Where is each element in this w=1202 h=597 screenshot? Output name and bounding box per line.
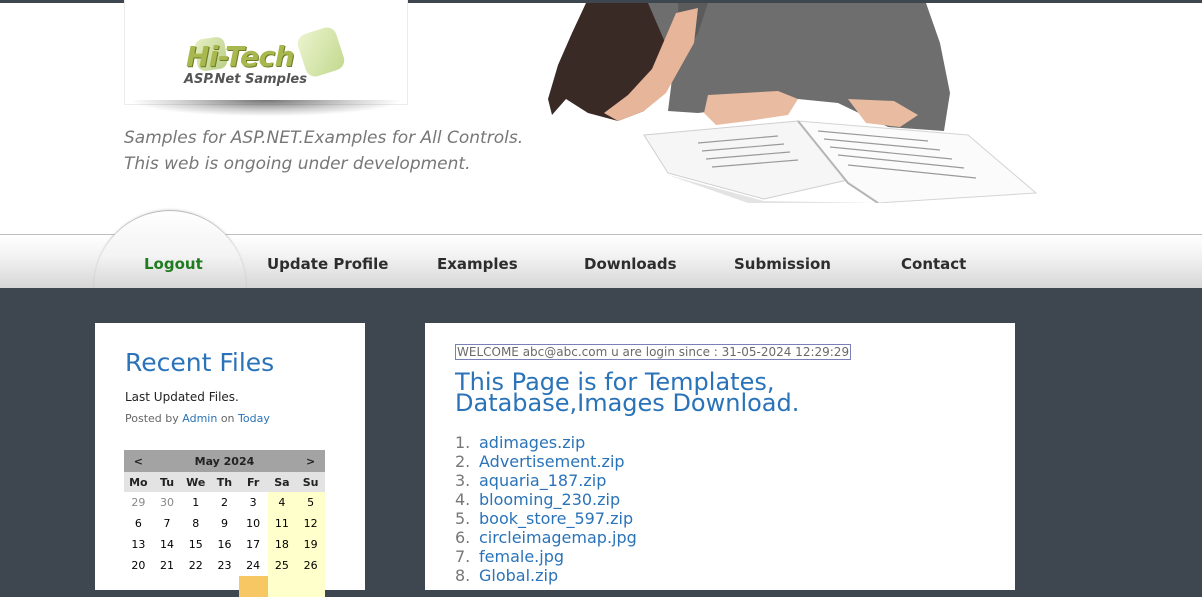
nav-logout[interactable]: Logout	[144, 255, 203, 275]
calendar-day[interactable]: 30	[153, 492, 182, 513]
calendar-week	[124, 576, 325, 597]
nav-examples[interactable]: Examples	[437, 255, 518, 275]
calendar-day[interactable]: 11	[267, 513, 297, 534]
calendar-day[interactable]: 21	[153, 555, 182, 576]
calendar-day[interactable]: 24	[239, 555, 268, 576]
list-item: 3. aquaria_187.zip	[455, 471, 607, 490]
site-tagline: Samples for ASP.NET.Examples for All Con…	[124, 125, 523, 177]
nav-update-profile[interactable]: Update Profile	[267, 255, 388, 275]
calendar-day[interactable]: 17	[239, 534, 268, 555]
site-header: Hi-Tech ASP.Net Samples Samples for ASP.…	[0, 0, 1202, 234]
calendar-day[interactable]: 20	[124, 555, 153, 576]
file-link[interactable]: adimages.zip	[479, 433, 585, 452]
calendar-day[interactable]: 7	[153, 513, 182, 534]
sidebar-recent-files: Recent Files Last Updated Files. Posted …	[95, 323, 365, 597]
tagline-line-2: This web is ongoing under development.	[124, 154, 471, 174]
calendar-month-title: May 2024	[194, 454, 255, 468]
calendar-day[interactable]: 18	[267, 534, 297, 555]
list-item: 2. Advertisement.zip	[455, 452, 625, 471]
weekday-header: Sa	[267, 472, 297, 492]
calendar-day[interactable]: 12	[296, 513, 325, 534]
welcome-message: WELCOME abc@abc.com u are login since : …	[455, 344, 852, 360]
calendar-day[interactable]: 25	[267, 555, 297, 576]
calendar-day[interactable]: 6	[124, 513, 153, 534]
weekday-header: Tu	[152, 472, 182, 492]
file-link[interactable]: Advertisement.zip	[479, 452, 625, 471]
list-item: 7. female.jpg	[455, 547, 564, 566]
calendar-day[interactable]: 15	[181, 534, 210, 555]
page-title: This Page is for Templates, Database,Ima…	[455, 368, 800, 417]
author-link[interactable]: Admin	[182, 412, 217, 425]
logo-title: Hi-Tech	[186, 40, 295, 73]
nav-submission[interactable]: Submission	[734, 255, 831, 275]
file-link[interactable]: female.jpg	[479, 547, 564, 566]
calendar-day[interactable]: 2	[210, 492, 239, 513]
list-item: 1. adimages.zip	[455, 433, 586, 452]
calendar-day[interactable]: 19	[296, 534, 325, 555]
logo-subtitle: ASP.Net Samples	[184, 72, 307, 87]
tagline-line-1: Samples for ASP.NET.Examples for All Con…	[124, 128, 524, 148]
calendar-day[interactable]: 16	[210, 534, 239, 555]
calendar: < May 2024 > Mo Tu We Th Fr Sa Su 29 30 …	[124, 450, 325, 597]
nav-downloads[interactable]: Downloads	[584, 255, 677, 275]
weekday-header: Mo	[124, 472, 153, 492]
file-link[interactable]: book_store_597.zip	[479, 509, 633, 528]
calendar-weekdays: Mo Tu We Th Fr Sa Su	[124, 472, 325, 492]
calendar-day[interactable]: 4	[267, 492, 297, 513]
file-link[interactable]: blooming_230.zip	[479, 490, 620, 509]
sidebar-description: Last Updated Files.	[125, 390, 239, 404]
list-item: 5. book_store_597.zip	[455, 509, 634, 528]
calendar-week: 29 30 1 2 3 4 5	[124, 492, 325, 513]
calendar-week: 6 7 8 9 10 11 12	[124, 513, 325, 534]
calendar-day[interactable]: 8	[181, 513, 210, 534]
calendar-day[interactable]: 1	[181, 492, 210, 513]
calendar-header: < May 2024 >	[124, 450, 325, 472]
list-item: 6. circleimagemap.jpg	[455, 528, 637, 547]
list-item: 8. Global.zip	[455, 566, 559, 585]
date-link[interactable]: Today	[238, 412, 270, 425]
calendar-day[interactable]: 26	[296, 555, 325, 576]
calendar-week: 20 21 22 23 24 25 26	[124, 555, 325, 576]
file-link[interactable]: Global.zip	[479, 566, 558, 585]
calendar-day[interactable]: 13	[124, 534, 153, 555]
list-item: 4. blooming_230.zip	[455, 490, 621, 509]
calendar-day[interactable]: 29	[124, 492, 153, 513]
main-content: WELCOME abc@abc.com u are login since : …	[425, 323, 1015, 590]
calendar-day[interactable]: 5	[296, 492, 325, 513]
calendar-next-month[interactable]: >	[296, 450, 325, 472]
calendar-week: 13 14 15 16 17 18 19	[124, 534, 325, 555]
sidebar-title: Recent Files	[125, 348, 275, 377]
hero-image	[548, 3, 1038, 203]
post-meta: Posted by Admin on Today	[125, 412, 270, 425]
weekday-header: We	[181, 472, 211, 492]
weekday-header: Th	[210, 472, 239, 492]
nav-contact[interactable]: Contact	[901, 255, 966, 275]
calendar-day[interactable]: 22	[181, 555, 210, 576]
weekday-header: Su	[296, 472, 325, 492]
calendar-day[interactable]: 14	[153, 534, 182, 555]
logo-leaf-icon	[295, 24, 347, 80]
calendar-day[interactable]: 10	[239, 513, 268, 534]
on-label: on	[220, 412, 235, 425]
calendar-day[interactable]: 23	[210, 555, 239, 576]
calendar-day[interactable]: 3	[239, 492, 268, 513]
file-link[interactable]: circleimagemap.jpg	[479, 528, 637, 547]
logo-shadow	[132, 100, 400, 116]
weekday-header: Fr	[238, 472, 268, 492]
calendar-day[interactable]: 9	[210, 513, 239, 534]
calendar-prev-month[interactable]: <	[124, 450, 153, 472]
calendar-today-cell[interactable]	[238, 576, 268, 597]
file-link[interactable]: aquaria_187.zip	[479, 471, 606, 490]
download-file-list: 1. adimages.zip 2. Advertisement.zip 3. aqu…	[455, 433, 637, 585]
posted-by-label: Posted by	[125, 412, 179, 425]
